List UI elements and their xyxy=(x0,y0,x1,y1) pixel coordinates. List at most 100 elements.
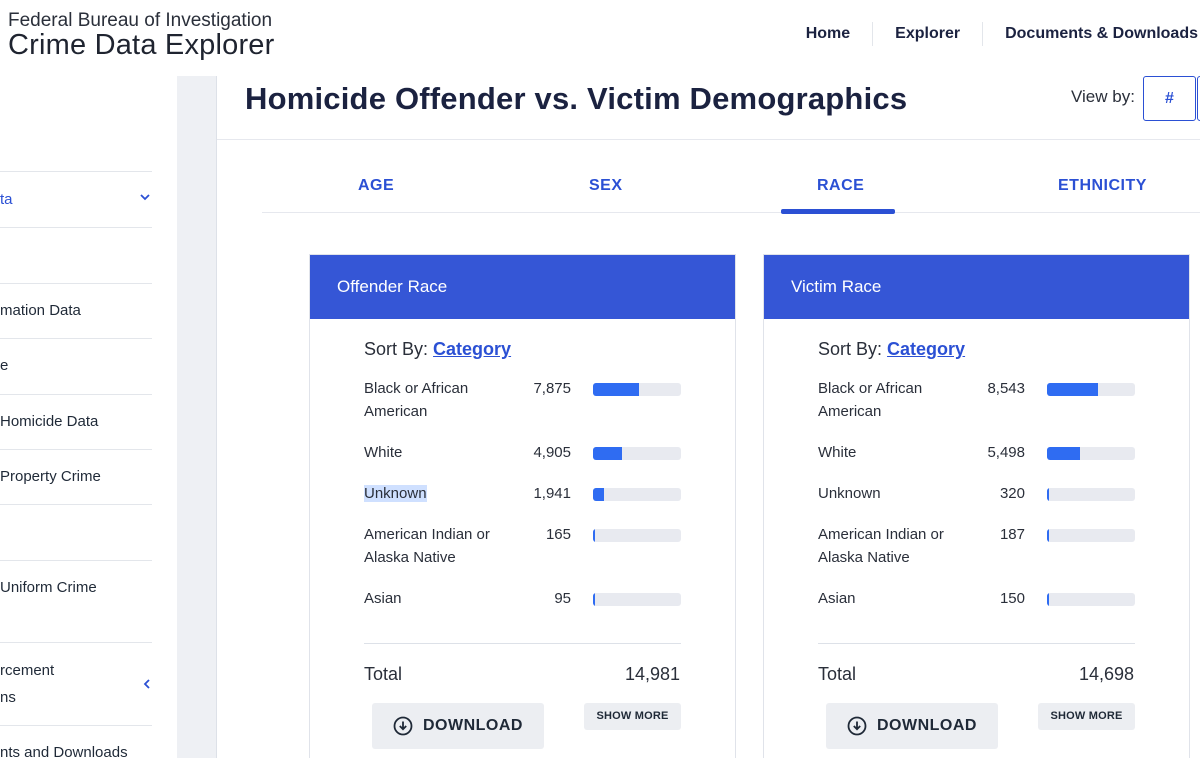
row-label: American Indian or Alaska Native xyxy=(818,526,944,566)
row-label: American Indian or Alaska Native xyxy=(364,526,490,566)
site-header: Federal Bureau of Investigation Crime Da… xyxy=(0,0,1200,76)
nav-home[interactable]: Home xyxy=(784,22,872,46)
row-value: 150 xyxy=(999,590,1025,607)
bar-fill xyxy=(593,447,622,460)
bar-track xyxy=(1047,529,1135,542)
download-button[interactable]: DOWNLOAD xyxy=(826,703,998,749)
sort-label: Sort By: xyxy=(818,339,883,359)
row-value: 165 xyxy=(545,526,571,543)
table-row: Unknown 1,941 xyxy=(364,482,684,528)
table-row: Black or African American 7,875 xyxy=(364,377,684,423)
row-value: 320 xyxy=(999,485,1025,502)
sidebar-gutter xyxy=(177,76,217,758)
table-row: American Indian or Alaska Native 165 xyxy=(364,523,684,569)
card-header: Victim Race xyxy=(764,255,1189,319)
chevron-down-icon[interactable] xyxy=(139,190,151,206)
tab-ethnicity[interactable]: ETHNICITY xyxy=(1058,177,1147,195)
total-value: 14,698 xyxy=(1078,664,1134,684)
offender-race-card: Offender Race Sort By: Category Black or… xyxy=(309,254,736,758)
download-label: DOWNLOAD xyxy=(877,717,977,734)
sidebar-item-property-crime[interactable]: Property Crime xyxy=(0,468,152,485)
bar-track xyxy=(593,383,681,396)
chevron-left-icon[interactable] xyxy=(141,677,153,693)
sidebar-divider xyxy=(0,283,152,284)
show-more-button[interactable]: SHOW MORE xyxy=(584,703,681,730)
page-root: Federal Bureau of Investigation Crime Da… xyxy=(0,0,1200,758)
sidebar-item-uniform-crime[interactable]: Uniform Crime xyxy=(0,579,152,596)
sort-by-category-link[interactable]: Category xyxy=(887,339,965,359)
bar-track xyxy=(593,529,681,542)
row-label: Asian xyxy=(364,590,402,607)
sort-control: Sort By: Category xyxy=(364,339,511,360)
top-nav: Home Explorer Documents & Downloads xyxy=(784,22,1200,46)
tab-age[interactable]: AGE xyxy=(358,177,394,195)
bar-fill xyxy=(1047,488,1049,501)
row-label: White xyxy=(364,444,403,461)
table-row: Asian 150 xyxy=(818,587,1138,633)
row-value: 187 xyxy=(999,526,1025,543)
card-divider xyxy=(364,643,681,644)
total-label: Total xyxy=(364,664,403,684)
sidebar-divider xyxy=(0,725,152,726)
bar-track xyxy=(1047,383,1135,396)
bar-fill xyxy=(593,593,595,606)
table-row: White 4,905 xyxy=(364,441,684,487)
bar-track xyxy=(593,447,681,460)
sort-by-category-link[interactable]: Category xyxy=(433,339,511,359)
sidebar-item-law-enforcement-line2[interactable]: ns xyxy=(0,689,152,706)
bar-fill xyxy=(1047,447,1080,460)
row-label: Unknown xyxy=(364,482,514,505)
row-value: 4,905 xyxy=(533,444,571,461)
tab-sex[interactable]: SEX xyxy=(589,177,623,195)
row-value: 1,941 xyxy=(533,485,571,502)
bar-fill xyxy=(1047,383,1099,396)
active-tab-indicator xyxy=(781,209,895,214)
bar-fill xyxy=(593,488,605,501)
title-divider xyxy=(217,139,1200,140)
page-title: Homicide Offender vs. Victim Demographic… xyxy=(245,81,908,116)
view-by-count-button[interactable]: # xyxy=(1143,76,1196,121)
sidebar-item-data[interactable]: ta xyxy=(0,191,152,208)
nav-explorer[interactable]: Explorer xyxy=(872,22,982,46)
sidebar-item-homicide-data[interactable]: Homicide Data xyxy=(0,413,152,430)
download-label: DOWNLOAD xyxy=(423,717,523,734)
sidebar: ta mation Data e Homicide Data Property … xyxy=(0,76,177,758)
download-button[interactable]: DOWNLOAD xyxy=(372,703,544,749)
sidebar-item-crime[interactable]: e xyxy=(0,357,152,374)
card-title: Offender Race xyxy=(337,277,448,296)
tabs-divider xyxy=(262,212,1200,213)
bar-track xyxy=(593,593,681,606)
card-title: Victim Race xyxy=(791,277,882,296)
show-more-button[interactable]: SHOW MORE xyxy=(1038,703,1135,730)
row-value: 5,498 xyxy=(987,444,1025,461)
app-name[interactable]: Crime Data Explorer xyxy=(8,29,275,62)
bar-fill xyxy=(1047,593,1049,606)
sidebar-item-law-enforcement[interactable]: rcement xyxy=(0,662,152,679)
bar-track xyxy=(1047,593,1135,606)
table-row: Unknown 320 xyxy=(818,482,1138,528)
table-row: American Indian or Alaska Native 187 xyxy=(818,523,1138,569)
table-row: White 5,498 xyxy=(818,441,1138,487)
row-label: Black or African American xyxy=(818,380,923,420)
bar-fill xyxy=(1047,529,1049,542)
nav-documents-downloads[interactable]: Documents & Downloads xyxy=(982,22,1200,46)
row-label-highlight: Unknown xyxy=(364,485,427,502)
bar-track xyxy=(593,488,681,501)
download-icon xyxy=(847,716,867,736)
sidebar-item-documents-downloads[interactable]: nts and Downloads xyxy=(0,744,152,758)
row-value: 95 xyxy=(554,590,571,607)
bar-track xyxy=(1047,488,1135,501)
download-icon xyxy=(393,716,413,736)
card-header: Offender Race xyxy=(310,255,735,319)
row-label: Black or African American xyxy=(364,380,469,420)
total-label: Total xyxy=(818,664,857,684)
victim-race-card: Victim Race Sort By: Category Black or A… xyxy=(763,254,1190,758)
bar-fill xyxy=(593,383,640,396)
sidebar-divider xyxy=(0,642,152,643)
sidebar-divider xyxy=(0,171,152,172)
sidebar-divider xyxy=(0,449,152,450)
tab-race[interactable]: RACE xyxy=(817,177,864,195)
sidebar-item-information-data[interactable]: mation Data xyxy=(0,302,152,319)
row-label: White xyxy=(818,444,857,461)
sort-label: Sort By: xyxy=(364,339,429,359)
